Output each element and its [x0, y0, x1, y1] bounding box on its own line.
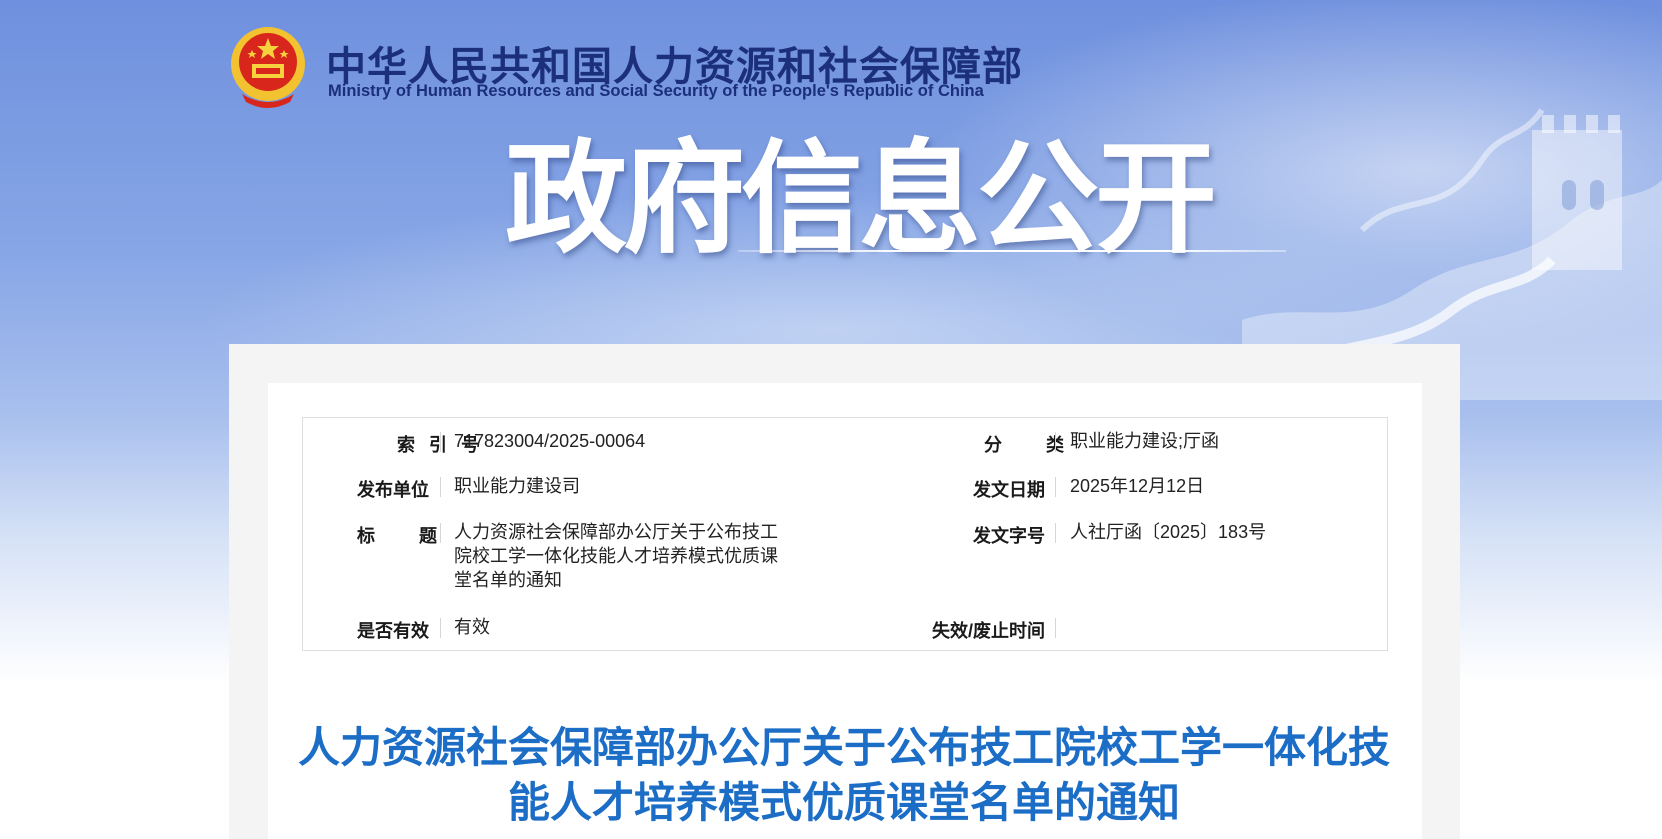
- index-no-value: 717823004/2025-00064: [454, 431, 646, 451]
- separator: [1055, 523, 1056, 543]
- title-value: 人力资源社会保障部办公厅关于公布技工院校工学一体化技能人才培养模式优质课堂名单的…: [454, 522, 778, 590]
- doc-no-label: 发文字号: [973, 526, 1045, 546]
- title-divider: [738, 250, 1286, 252]
- issuer-value: 职业能力建设司: [454, 476, 580, 496]
- separator: [440, 477, 441, 497]
- category-value: 职业能力建设;厅函: [1070, 431, 1220, 451]
- validity-label: 是否有效: [357, 621, 429, 641]
- validity-value: 有效: [454, 617, 490, 637]
- separator: [1055, 477, 1056, 497]
- doc-no-value: 人社厅函〔2025〕183号: [1070, 522, 1267, 542]
- issue-date-label: 发文日期: [973, 480, 1045, 500]
- document-metadata-table: 索引号 717823004/2025-00064 分类 职业能力建设;厅函 发布…: [302, 417, 1388, 651]
- issue-date-value: 2025年12月12日: [1070, 476, 1205, 496]
- separator: [440, 523, 441, 543]
- expiry-label: 失效/废止时间: [931, 621, 1045, 641]
- issuer-label: 发布单位: [357, 480, 429, 500]
- separator: [1055, 618, 1056, 638]
- separator: [1055, 432, 1056, 452]
- national-emblem-icon: [231, 27, 305, 108]
- document-title: 人力资源社会保障部办公厅关于公布技工院校工学一体化技能人才培养模式优质课堂名单的…: [297, 724, 1390, 826]
- ministry-name-en: Ministry of Human Resources and Social S…: [328, 82, 984, 100]
- separator: [440, 618, 441, 638]
- separator: [440, 432, 441, 452]
